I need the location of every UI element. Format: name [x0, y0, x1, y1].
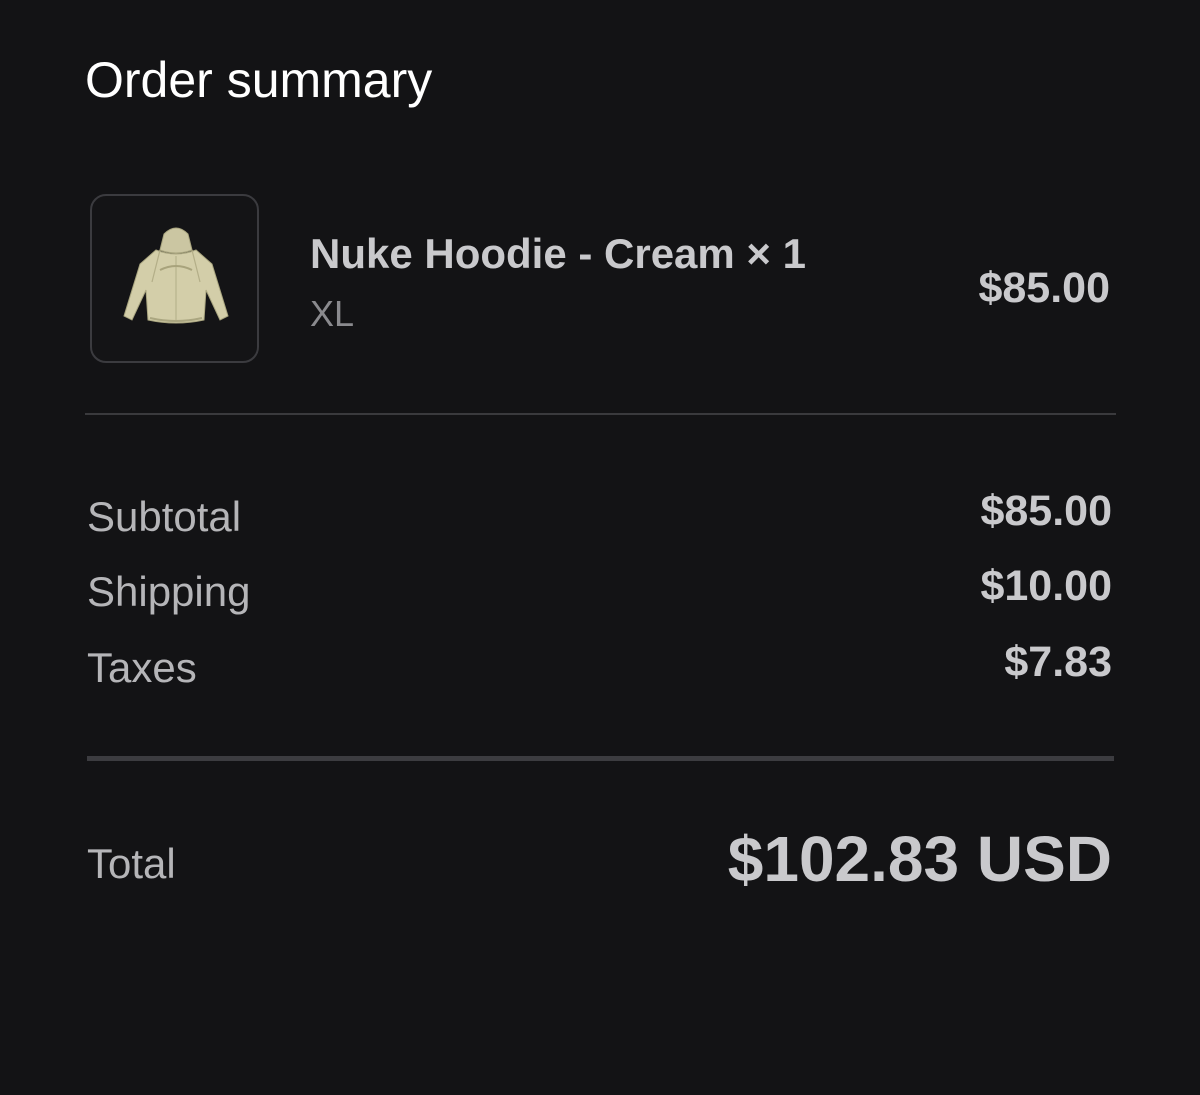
hoodie-icon — [123, 227, 229, 324]
divider — [85, 413, 1116, 415]
total-divider — [87, 756, 1114, 761]
shipping-value: $10.00 — [980, 562, 1112, 610]
product-price: $85.00 — [978, 264, 1110, 312]
shipping-row: Shipping $10.00 — [0, 562, 1200, 620]
taxes-value: $7.83 — [1004, 638, 1112, 686]
total-label: Total — [87, 840, 176, 887]
shipping-label: Shipping — [87, 568, 251, 615]
subtotal-value: $85.00 — [980, 487, 1112, 535]
product-name: Nuke Hoodie - Cream × 1 — [310, 230, 806, 277]
product-thumbnail — [90, 194, 259, 363]
total-value: $102.83 USD — [727, 823, 1112, 895]
subtotal-row: Subtotal $85.00 — [0, 487, 1200, 545]
taxes-row: Taxes $7.83 — [0, 638, 1200, 696]
subtotal-label: Subtotal — [87, 493, 242, 540]
product-variant: XL — [310, 293, 355, 334]
taxes-label: Taxes — [87, 644, 197, 691]
line-item: Nuke Hoodie - Cream × 1 XL $85.00 — [0, 0, 1200, 400]
